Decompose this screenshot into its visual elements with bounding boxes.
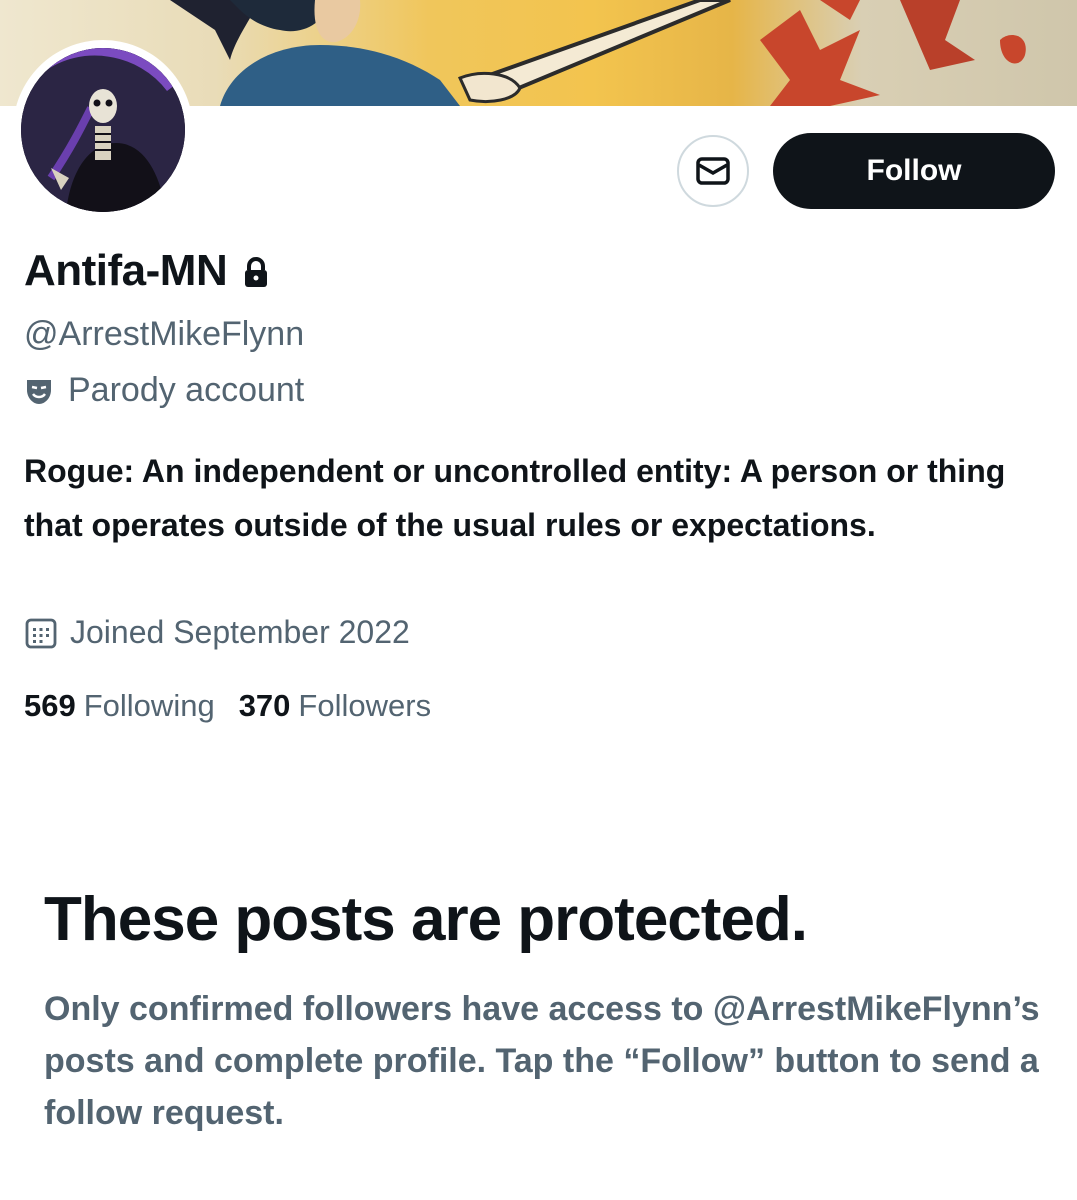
parody-label-row[interactable]: Parody account	[24, 371, 304, 410]
follow-button[interactable]: Follow	[773, 133, 1055, 209]
joined-row: Joined September 2022	[24, 614, 410, 651]
profile-bio: Rogue: An independent or uncontrolled en…	[24, 453, 1006, 543]
protected-description: Only confirmed followers have access to …	[44, 990, 1040, 1132]
following-count: 569	[24, 688, 76, 723]
followers-label: Followers	[298, 688, 432, 723]
lock-icon	[245, 257, 268, 287]
display-name: Antifa-MN	[24, 246, 228, 295]
parody-label: Parody account	[68, 371, 305, 409]
joined-date: Joined September 2022	[70, 614, 410, 650]
avatar-image	[21, 48, 185, 212]
following-label: Following	[83, 688, 215, 723]
followers-link[interactable]: 370 Followers	[239, 688, 431, 724]
name-row: Antifa-MN	[24, 246, 269, 296]
profile-avatar[interactable]	[13, 40, 193, 220]
message-button[interactable]	[677, 135, 749, 207]
protected-title: These posts are protected.	[44, 885, 808, 954]
profile-handle: @ArrestMikeFlynn	[24, 315, 305, 353]
mask-icon	[27, 379, 51, 404]
calendar-icon	[25, 618, 57, 648]
envelope-icon	[696, 157, 730, 185]
skeleton-illustration	[21, 48, 185, 212]
followers-count: 370	[238, 688, 291, 723]
follow-counts: 569 Following 370 Followers	[24, 688, 455, 724]
following-link[interactable]: 569 Following	[24, 688, 215, 724]
